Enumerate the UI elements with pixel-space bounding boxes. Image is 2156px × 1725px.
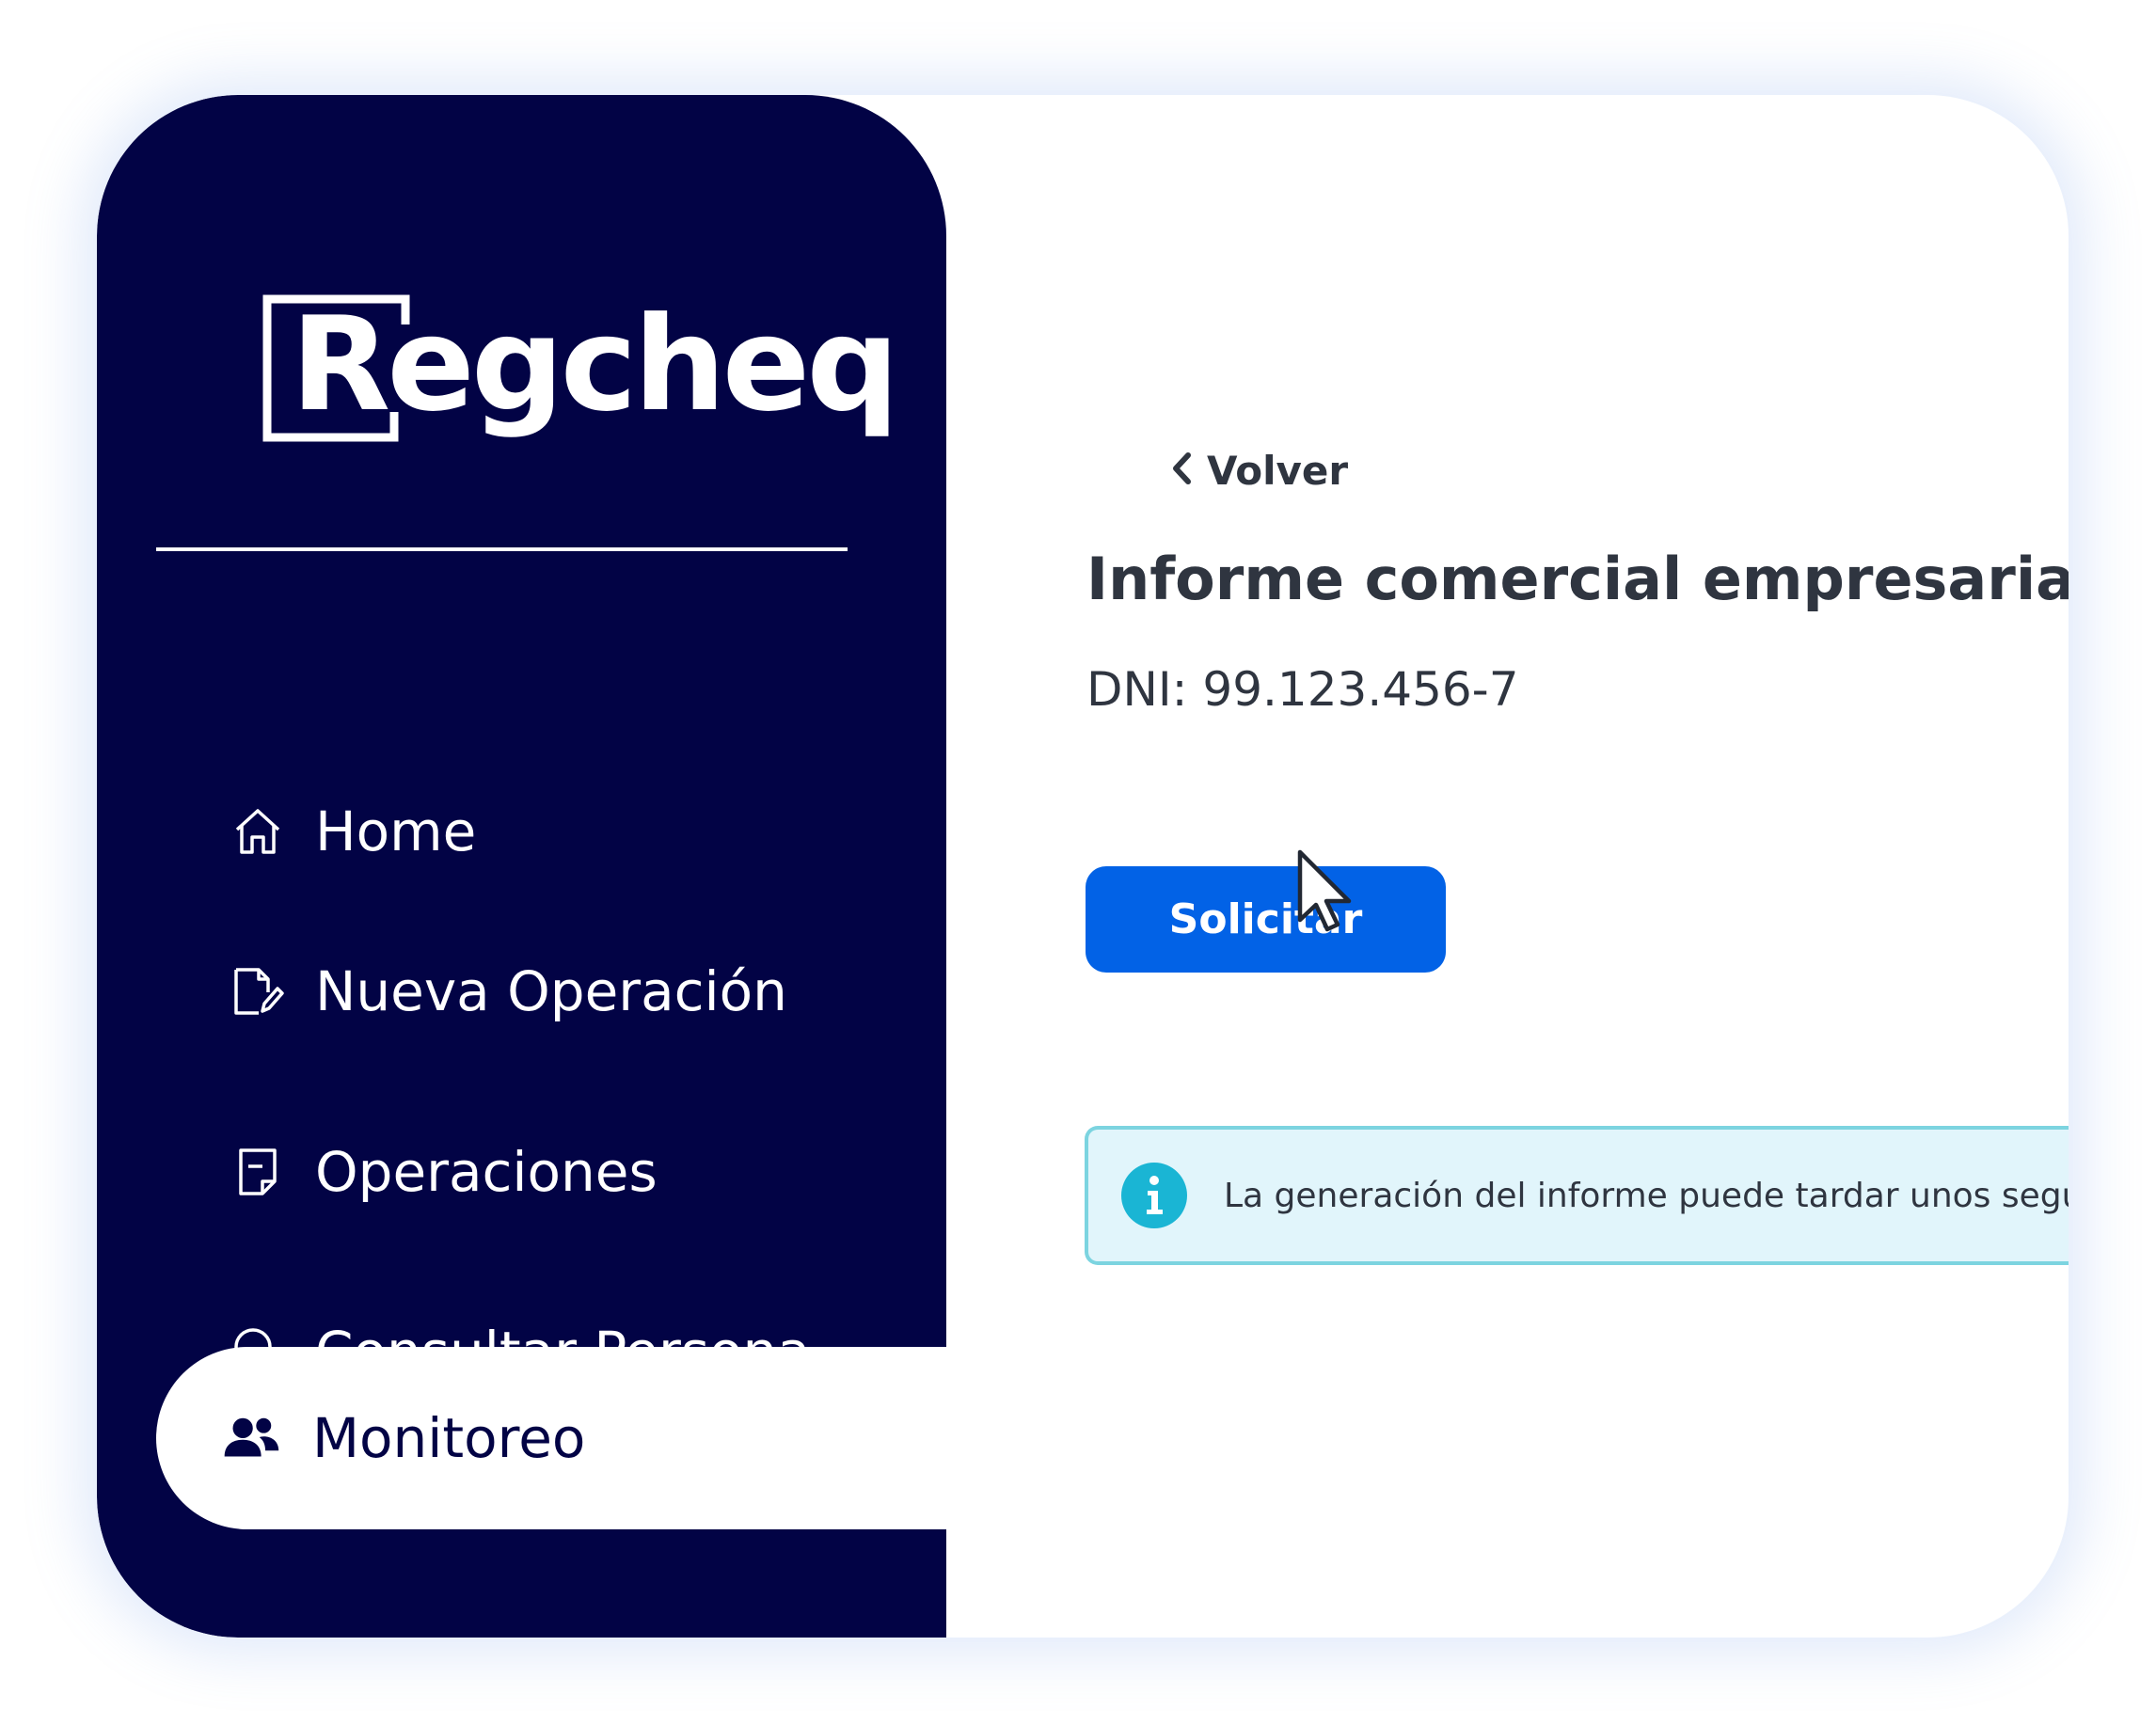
dni-label: DNI:	[1086, 662, 1188, 717]
regcheq-logo[interactable]: Regcheq	[262, 294, 899, 454]
sidebar-divider	[156, 547, 848, 551]
chevron-left-icon	[1169, 450, 1194, 492]
back-link[interactable]: Volver	[1169, 448, 1348, 494]
solicitar-button[interactable]: Solicitar	[1086, 866, 1446, 973]
sidebar-item-label: Home	[315, 799, 477, 863]
sidebar: Regcheq Home Nueva Operación Operaciones…	[97, 95, 965, 1638]
dni-value: 99.123.456-7	[1202, 662, 1519, 717]
info-icon	[1120, 1162, 1188, 1229]
info-alert: La generación del informe puede tardar u…	[1085, 1126, 2069, 1265]
alert-text: La generación del informe puede tardar u…	[1224, 1176, 2069, 1215]
sidebar-item-label: Operaciones	[315, 1140, 658, 1204]
app-window: Regcheq Home Nueva Operación Operaciones…	[97, 95, 2069, 1638]
document-icon	[229, 1143, 287, 1201]
page-title: Informe comercial empresarial	[1086, 545, 2069, 613]
back-label: Volver	[1207, 448, 1349, 494]
home-icon	[229, 802, 287, 861]
dni-line: DNI: 99.123.456-7	[1086, 662, 1519, 717]
sidebar-item-label: Monitoreo	[312, 1406, 586, 1470]
sidebar-item-monitoreo[interactable]: Monitoreo	[156, 1347, 965, 1529]
users-icon	[222, 1409, 280, 1467]
sidebar-item-home[interactable]: Home	[229, 784, 476, 878]
sidebar-item-label: Nueva Operación	[315, 959, 787, 1023]
mouse-pointer-icon	[1294, 848, 1356, 938]
logo-wordmark: Regcheq	[291, 289, 899, 440]
new-document-icon	[229, 962, 287, 1021]
sidebar-item-nueva-operacion[interactable]: Nueva Operación	[229, 944, 787, 1038]
sidebar-item-operaciones[interactable]: Operaciones	[229, 1125, 658, 1219]
